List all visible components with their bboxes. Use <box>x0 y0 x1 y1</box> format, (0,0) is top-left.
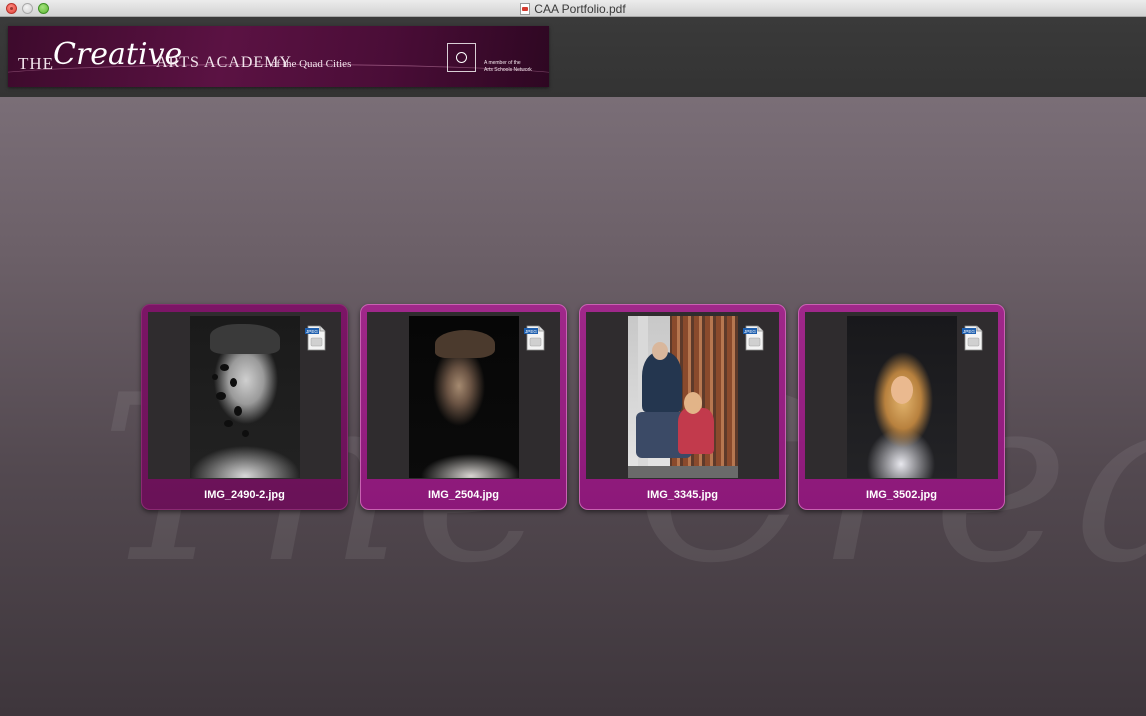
thumbnail-card-img-3502[interactable]: JPEG IMG_3502.jpg <box>798 304 1005 510</box>
portrait-photo-low-key <box>409 316 519 478</box>
portfolio-header: THE Creative ARTS ACADEMY of the Quad Ci… <box>0 17 1146 97</box>
window-titlebar: CAA Portfolio.pdf <box>0 0 1146 17</box>
svg-text:JPEG: JPEG <box>963 329 975 334</box>
jpeg-file-icon: JPEG <box>305 325 326 351</box>
jpeg-file-icon: JPEG <box>962 325 983 351</box>
thumbnail-card-img-2490-2[interactable]: JPEG IMG_2490-2.jpg <box>141 304 348 510</box>
banner-the-text: THE <box>18 54 55 73</box>
svg-text:JPEG: JPEG <box>306 329 318 334</box>
portfolio-canvas: The Creative JPEG IMG_2490-2.jpg <box>0 97 1146 716</box>
svg-text:JPEG: JPEG <box>744 329 756 334</box>
window-title-group: CAA Portfolio.pdf <box>0 0 1146 17</box>
thumbnail-preview: JPEG <box>805 312 998 479</box>
jpeg-file-icon: JPEG <box>743 325 764 351</box>
thumbnail-preview: JPEG <box>586 312 779 479</box>
member-line-1: A member of the <box>484 60 521 66</box>
svg-text:JPEG: JPEG <box>525 329 537 334</box>
banner-quad-cities-text: of the Quad Cities <box>271 58 352 70</box>
member-line-2: Arts Schools Network <box>484 67 532 73</box>
thumbnail-filename: IMG_3502.jpg <box>866 489 937 501</box>
portrait-photo-bw-face-paint <box>190 316 300 478</box>
member-note: A member of the Arts Schools Network <box>484 60 532 74</box>
thumbnail-filename: IMG_2504.jpg <box>428 489 499 501</box>
thumbnail-card-img-3345[interactable]: JPEG IMG_3345.jpg <box>579 304 786 510</box>
couple-photo-brick-wall <box>628 316 738 478</box>
pdf-document-icon <box>520 2 531 15</box>
thumbnail-preview: JPEG <box>148 312 341 479</box>
arts-schools-network-seal-icon <box>447 43 476 72</box>
portrait-photo-girl-dark-background <box>847 316 957 478</box>
academy-banner: THE Creative ARTS ACADEMY of the Quad Ci… <box>8 26 549 87</box>
thumbnail-preview: JPEG <box>367 312 560 479</box>
thumbnail-filename: IMG_3345.jpg <box>647 489 718 501</box>
window-title: CAA Portfolio.pdf <box>534 1 626 16</box>
jpeg-file-icon: JPEG <box>524 325 545 351</box>
thumbnail-filename: IMG_2490-2.jpg <box>204 489 285 501</box>
thumbnail-card-img-2504[interactable]: JPEG IMG_2504.jpg <box>360 304 567 510</box>
